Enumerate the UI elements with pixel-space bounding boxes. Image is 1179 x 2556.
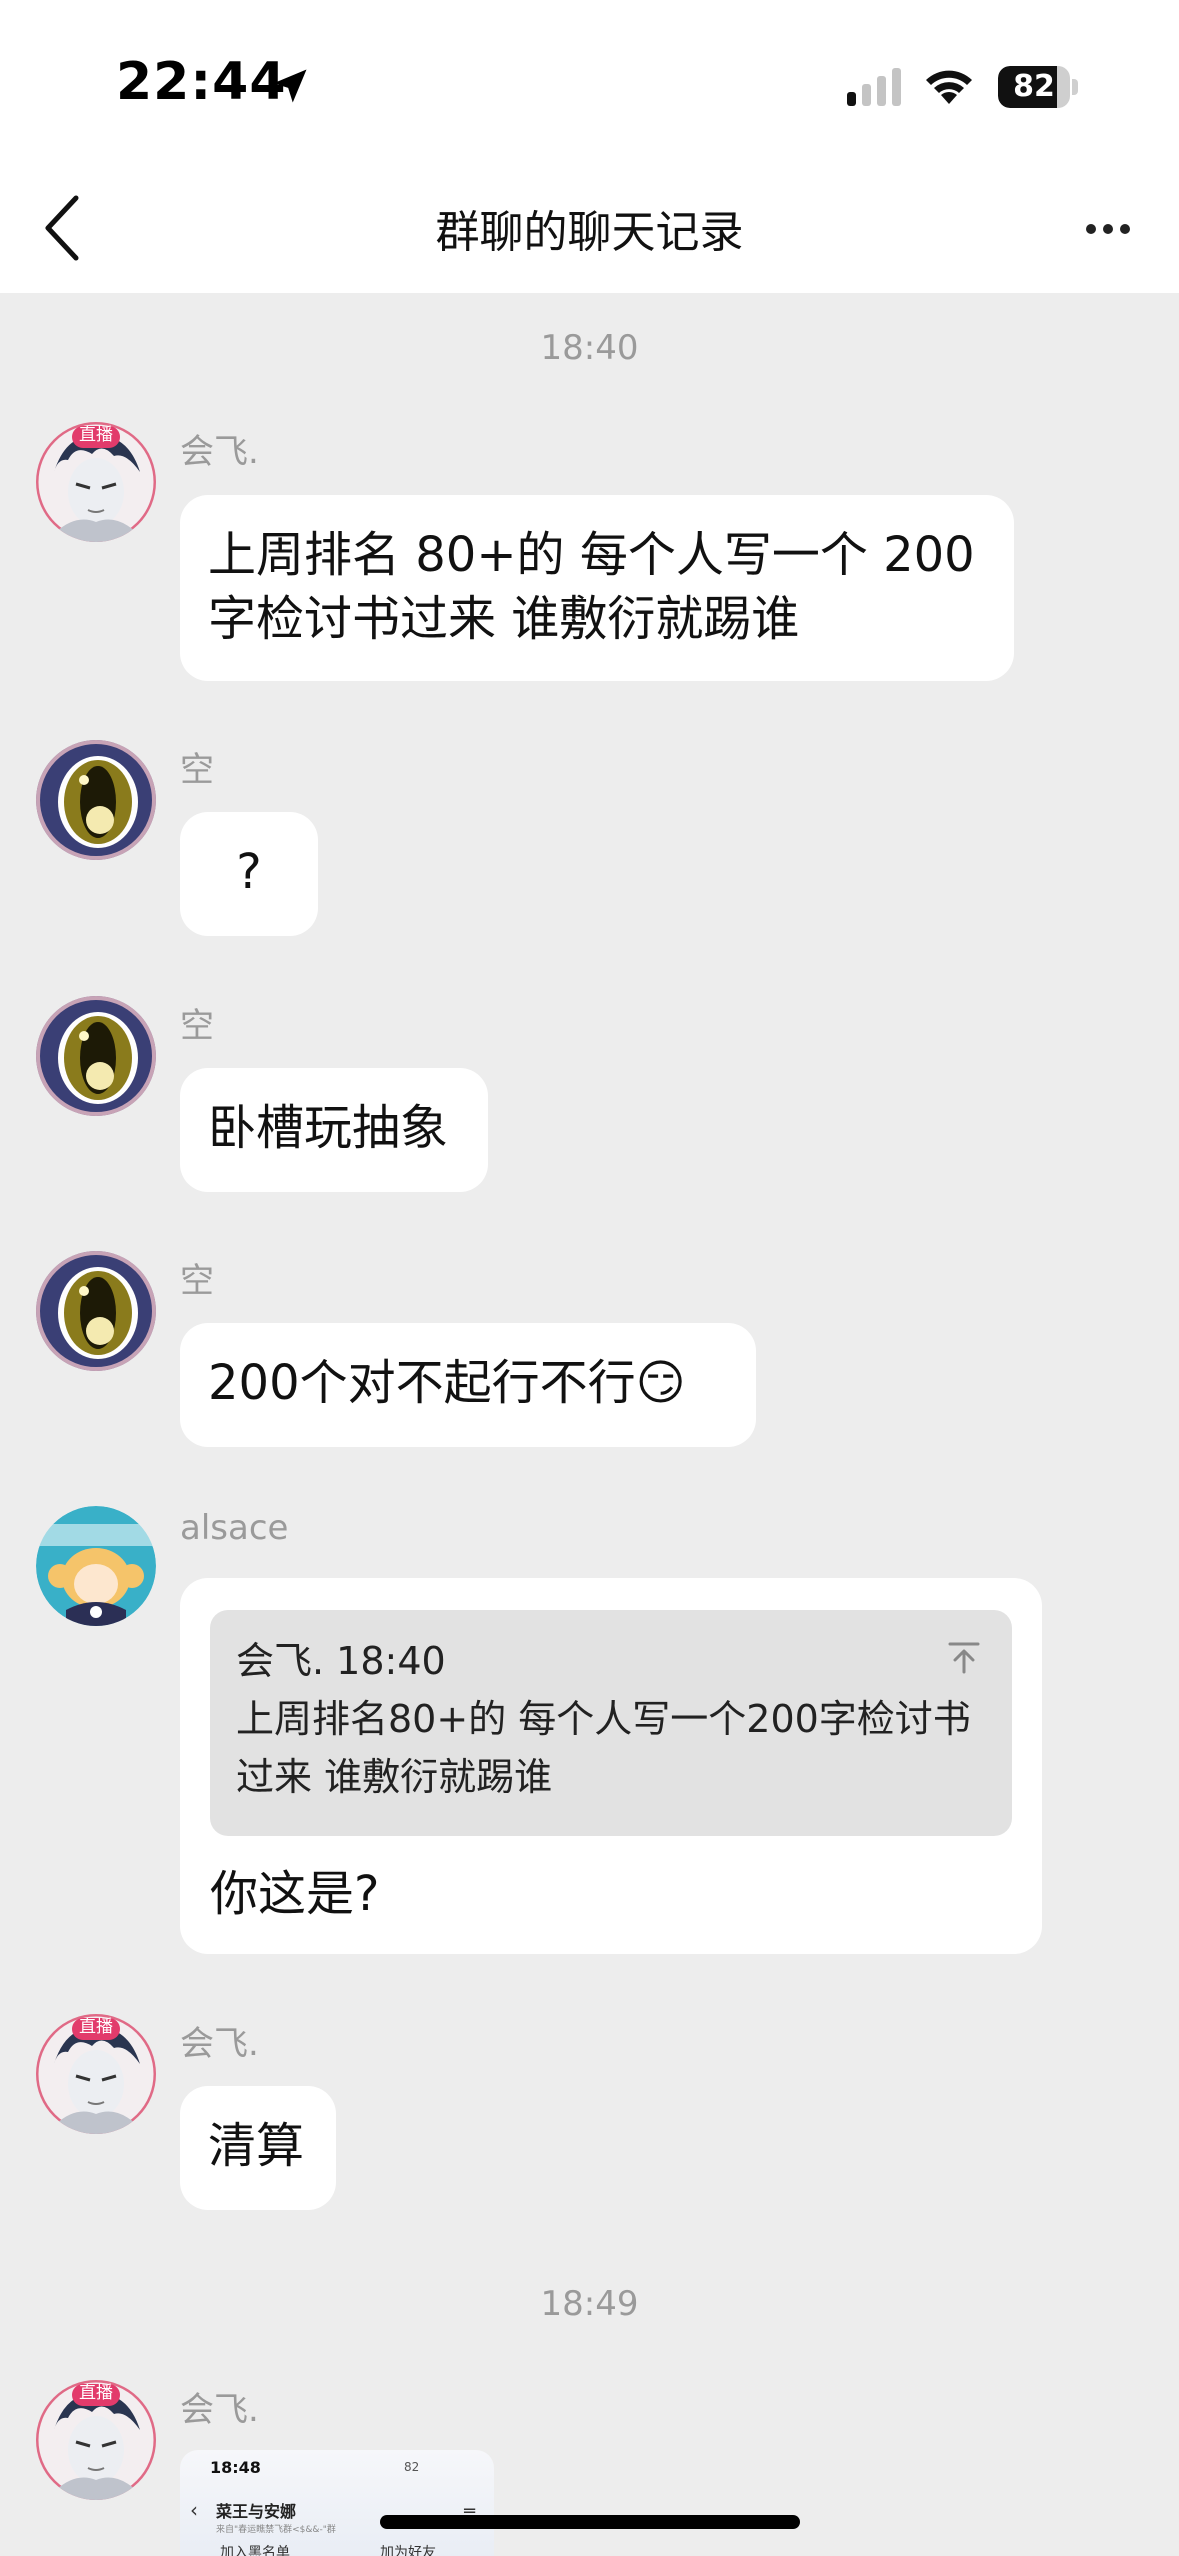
sender-name: 空 [180,750,214,790]
location-arrow-icon [273,69,307,103]
message-bubble[interactable]: 上周排名 80+的 每个人写一个 200 字检讨书过来 谁敷衍就踢谁 [180,495,1014,681]
more-options-icon[interactable] [1078,208,1138,248]
sender-name: 会飞. [180,2024,259,2064]
message-bubble[interactable]: 卧槽玩抽象 [180,1068,488,1192]
home-indicator[interactable] [380,2515,800,2529]
thumb-title: 菜王与安娜 [216,2502,297,2521]
thumb-battery: 82 [404,2460,420,2474]
thumb-subtitle: 来自"春运瞧禁飞群<$&&-"群 [216,2525,336,2535]
sender-name: 会飞. [180,2390,259,2430]
message-bubble[interactable]: 会飞. 18:40 上周排名80+的 每个人写一个200字检讨书 过来 谁敷衍就… [180,1578,1042,1954]
image-message-thumbnail[interactable]: 18:48 82 ‹ 菜王与安娜 来自"春运瞧禁飞群<$&&-"群 ≡ 加入黑名… [180,2450,494,2556]
eye-avatar-icon [36,1251,156,1371]
timestamp-divider: 18:49 [540,2284,639,2324]
reply-text: 你这是? [210,1866,380,1922]
avatar[interactable] [36,1251,156,1371]
top-bar: 22:44 82 群聊的聊天记录 [0,0,1179,293]
eye-avatar-icon [36,740,156,860]
quoted-message[interactable]: 会飞. 18:40 上周排名80+的 每个人写一个200字检讨书 过来 谁敷衍就… [210,1610,1012,1836]
thumb-add-friend-label: 加为好友 [380,2545,436,2556]
live-badge: 直播 [79,2017,113,2037]
live-badge: 直播 [79,425,113,445]
live-badge: 直播 [79,2383,113,2403]
sender-name: 空 [180,1261,214,1301]
status-time: 22:44 [116,52,287,112]
thumb-time: 18:48 [210,2458,261,2477]
sender-name: alsace [180,1508,289,1548]
battery-level-text: 82 [1013,69,1055,104]
avatar[interactable] [36,996,156,1116]
jump-to-top-icon[interactable] [946,1640,982,1676]
avatar[interactable] [36,1506,156,1626]
quote-text: 上周排名80+的 每个人写一个200字检讨书 过来 谁敷衍就踢谁 [236,1697,971,1799]
sender-name: 会飞. [180,432,259,472]
sender-name: 空 [180,1006,214,1046]
wifi-icon [926,70,972,104]
quote-header: 会飞. 18:40 [236,1639,446,1683]
message-bubble[interactable]: 清算 [180,2086,336,2210]
thumb-back-icon: ‹ [190,2498,198,2522]
battery-indicator: 82 [998,66,1078,108]
timestamp-divider: 18:40 [540,328,639,368]
thumb-blacklist-label: 加入黑名单 [220,2545,290,2556]
message-bubble[interactable]: 200个对不起行不行😏 [180,1323,756,1447]
chibi-avatar-icon [36,1506,156,1626]
avatar[interactable] [36,740,156,860]
eye-avatar-icon [36,996,156,1116]
page-title: 群聊的聊天记录 [435,207,744,258]
message-bubble[interactable]: ? [180,812,318,936]
cellular-signal-icon [847,68,901,106]
